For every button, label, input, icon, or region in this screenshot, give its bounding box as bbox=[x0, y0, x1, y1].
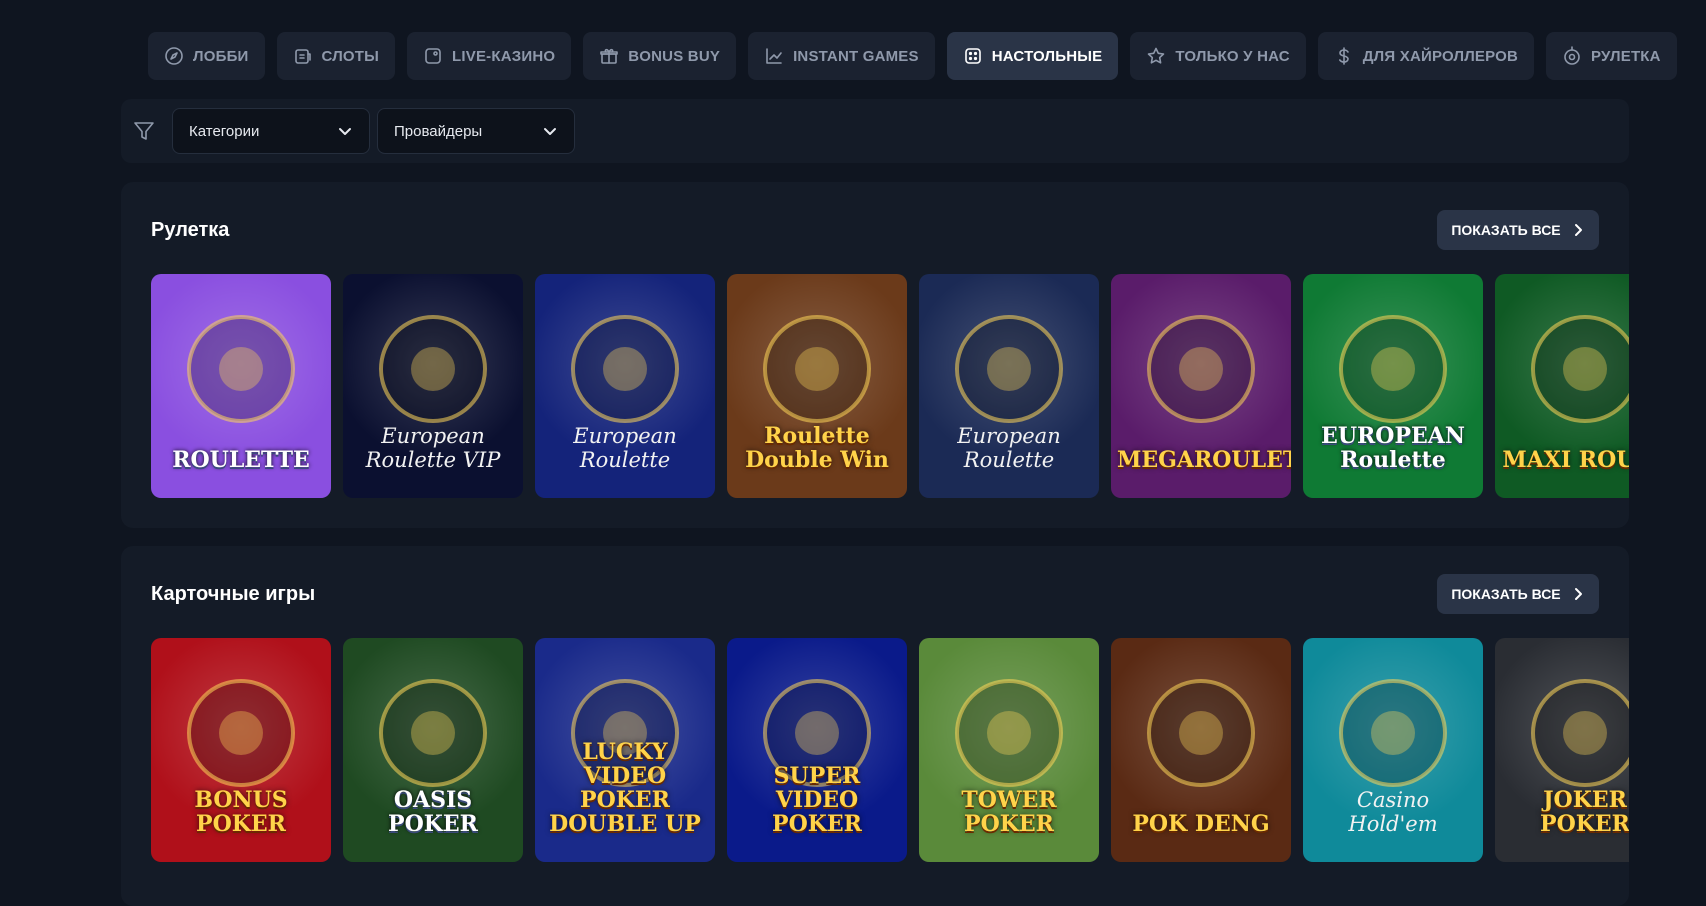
game-title: JOKER POKER bbox=[1540, 787, 1629, 837]
game-card[interactable]: EUROPEAN Roulette bbox=[1303, 274, 1483, 498]
show-all-label: ПОКАЗАТЬ ВСЕ bbox=[1451, 586, 1561, 602]
tab-label: НАСТОЛЬНЫЕ bbox=[991, 47, 1103, 65]
game-card[interactable]: OASIS POKER bbox=[343, 638, 523, 862]
filter-bar: Категории Провайдеры bbox=[121, 99, 1629, 163]
tab-compass[interactable]: ЛОББИ bbox=[148, 32, 265, 80]
game-card[interactable]: TOWER POKER bbox=[919, 638, 1099, 862]
tab-label: ДЛЯ ХАЙРОЛЛЕРОВ bbox=[1362, 47, 1519, 65]
game-carousel: ROULETTE European Roulette VIP European Ro… bbox=[151, 274, 1629, 498]
tab-roulette[interactable]: РУЛЕТКА bbox=[1546, 32, 1677, 80]
section-title: Карточные игры bbox=[151, 583, 316, 605]
game-card[interactable]: MEGAROULETTE bbox=[1111, 274, 1291, 498]
tab-dollar[interactable]: ДЛЯ ХАЙРОЛЛЕРОВ bbox=[1317, 32, 1535, 80]
game-card[interactable]: European Roulette bbox=[535, 274, 715, 498]
game-title: MAXI ROULE bbox=[1502, 447, 1629, 473]
tab-gift[interactable]: BONUS BUY bbox=[583, 32, 737, 80]
game-title: SUPER VIDEO POKER bbox=[772, 763, 862, 837]
tab-label: ЛОББИ bbox=[193, 47, 249, 65]
card-games-section: Карточные игры ПОКАЗАТЬ ВСЕ BONUS POKER O… bbox=[121, 546, 1629, 906]
star-icon bbox=[1148, 47, 1165, 64]
show-all-button[interactable]: ПОКАЗАТЬ ВСЕ bbox=[1437, 210, 1599, 250]
game-card[interactable]: MAXI ROULE bbox=[1495, 274, 1629, 498]
tab-label: BONUS BUY bbox=[628, 47, 721, 65]
live-icon bbox=[425, 48, 441, 64]
game-card[interactable]: JOKER POKER bbox=[1495, 638, 1629, 862]
game-title: BONUS POKER bbox=[194, 787, 288, 837]
category-tabs: ЛОББИ СЛОТЫ LIVE-КАЗИНО BONUS BUY INSTANT GA… bbox=[148, 32, 1677, 80]
chevron-right-icon bbox=[1574, 224, 1582, 236]
chevron-down-icon bbox=[544, 128, 556, 135]
tab-label: LIVE-КАЗИНО bbox=[452, 47, 556, 65]
roulette-icon bbox=[1564, 46, 1580, 65]
compass-icon bbox=[165, 47, 183, 65]
tab-label: СЛОТЫ bbox=[321, 47, 380, 65]
game-title: OASIS POKER bbox=[388, 787, 478, 837]
game-card[interactable]: LUCKY VIDEO POKER DOUBLE UP bbox=[535, 638, 715, 862]
game-card[interactable]: Casino Hold'em bbox=[1303, 638, 1483, 862]
game-card[interactable]: BONUS POKER bbox=[151, 638, 331, 862]
game-title: ROULETTE bbox=[172, 447, 310, 473]
game-title: MEGAROULETTE bbox=[1117, 447, 1291, 473]
game-card[interactable]: Roulette Double Win bbox=[727, 274, 907, 498]
show-all-button[interactable]: ПОКАЗАТЬ ВСЕ bbox=[1437, 574, 1599, 614]
roulette-section: Рулетка ПОКАЗАТЬ ВСЕ ROULETTE European Ro… bbox=[121, 182, 1629, 528]
game-card[interactable]: POK DENG bbox=[1111, 638, 1291, 862]
chevron-down-icon bbox=[339, 128, 351, 135]
slot-icon bbox=[294, 49, 311, 64]
filter-icon[interactable] bbox=[133, 120, 155, 142]
game-title: Roulette Double Win bbox=[745, 423, 889, 473]
chart-icon bbox=[766, 48, 782, 64]
chevron-right-icon bbox=[1574, 588, 1582, 600]
game-title: European Roulette VIP bbox=[365, 424, 501, 472]
game-title: European Roulette bbox=[573, 424, 677, 472]
game-card[interactable]: SUPER VIDEO POKER bbox=[727, 638, 907, 862]
dice-icon bbox=[964, 48, 981, 64]
gift-icon bbox=[600, 48, 619, 64]
tab-slot[interactable]: СЛОТЫ bbox=[276, 32, 396, 80]
providers-select-label: Провайдеры bbox=[394, 122, 483, 140]
tab-dice[interactable]: НАСТОЛЬНЫЕ bbox=[946, 32, 1119, 80]
categories-select-label: Категории bbox=[189, 122, 260, 140]
game-card[interactable]: European Roulette VIP bbox=[343, 274, 523, 498]
game-title: POK DENG bbox=[1132, 811, 1270, 837]
game-card[interactable]: European Roulette bbox=[919, 274, 1099, 498]
game-title: Casino Hold'em bbox=[1348, 788, 1438, 836]
providers-select[interactable]: Провайдеры bbox=[377, 108, 575, 154]
game-title: TOWER POKER bbox=[961, 787, 1057, 837]
game-card[interactable]: ROULETTE bbox=[151, 274, 331, 498]
show-all-label: ПОКАЗАТЬ ВСЕ bbox=[1451, 222, 1561, 238]
tab-live[interactable]: LIVE-КАЗИНО bbox=[407, 32, 572, 80]
tab-chart[interactable]: INSTANT GAMES bbox=[748, 32, 935, 80]
tab-label: ТОЛЬКО У НАС bbox=[1175, 47, 1290, 65]
tab-label: INSTANT GAMES bbox=[793, 47, 919, 65]
game-title: European Roulette bbox=[957, 424, 1061, 472]
tab-star[interactable]: ТОЛЬКО У НАС bbox=[1130, 32, 1306, 80]
game-title: LUCKY VIDEO POKER DOUBLE UP bbox=[549, 739, 701, 837]
section-title: Рулетка bbox=[151, 219, 230, 241]
tab-label: РУЛЕТКА bbox=[1591, 47, 1661, 65]
game-carousel: BONUS POKER OASIS POKER LUCKY VIDEO POKER … bbox=[151, 638, 1629, 862]
categories-select[interactable]: Категории bbox=[172, 108, 370, 154]
dollar-icon bbox=[1338, 47, 1349, 65]
game-title: EUROPEAN Roulette bbox=[1321, 423, 1465, 473]
